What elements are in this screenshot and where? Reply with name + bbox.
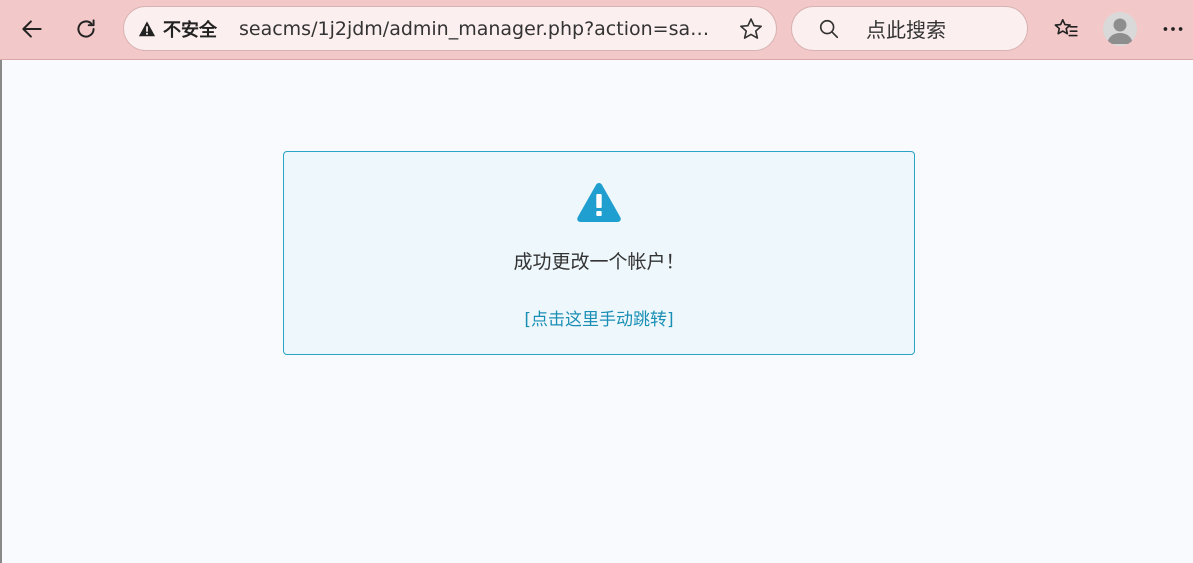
reload-button[interactable] [66,9,106,49]
success-message: 成功更改一个帐户！ [513,251,685,273]
reload-icon [73,16,99,42]
back-arrow-icon [19,16,45,42]
star-icon [738,16,764,42]
search-placeholder: 点此搜索 [866,18,946,42]
security-status[interactable]: 不安全 [163,16,217,42]
manual-redirect-link[interactable]: [点击这里手动跳转] [284,305,914,330]
back-button[interactable] [12,9,52,49]
warning-icon [138,20,156,38]
favorites-button[interactable] [1046,9,1086,49]
favorite-button[interactable] [736,14,766,44]
url-text[interactable]: seacms/1j2jdm/admin_manager.php?action=s… [239,18,711,40]
alert-icon [575,180,623,224]
window-edge [0,60,2,563]
favorites-icon [1053,16,1079,42]
browser-toolbar: 不安全 seacms/1j2jdm/admin_manager.php?acti… [0,0,1193,60]
more-icon [1160,16,1186,42]
search-box[interactable]: 点此搜索 [791,6,1028,51]
search-icon [818,18,840,40]
message-box: 成功更改一个帐户！ [点击这里手动跳转] [283,151,915,355]
address-bar[interactable]: 不安全 seacms/1j2jdm/admin_manager.php?acti… [123,6,777,51]
more-menu-button[interactable] [1153,9,1193,49]
avatar[interactable] [1103,12,1137,46]
